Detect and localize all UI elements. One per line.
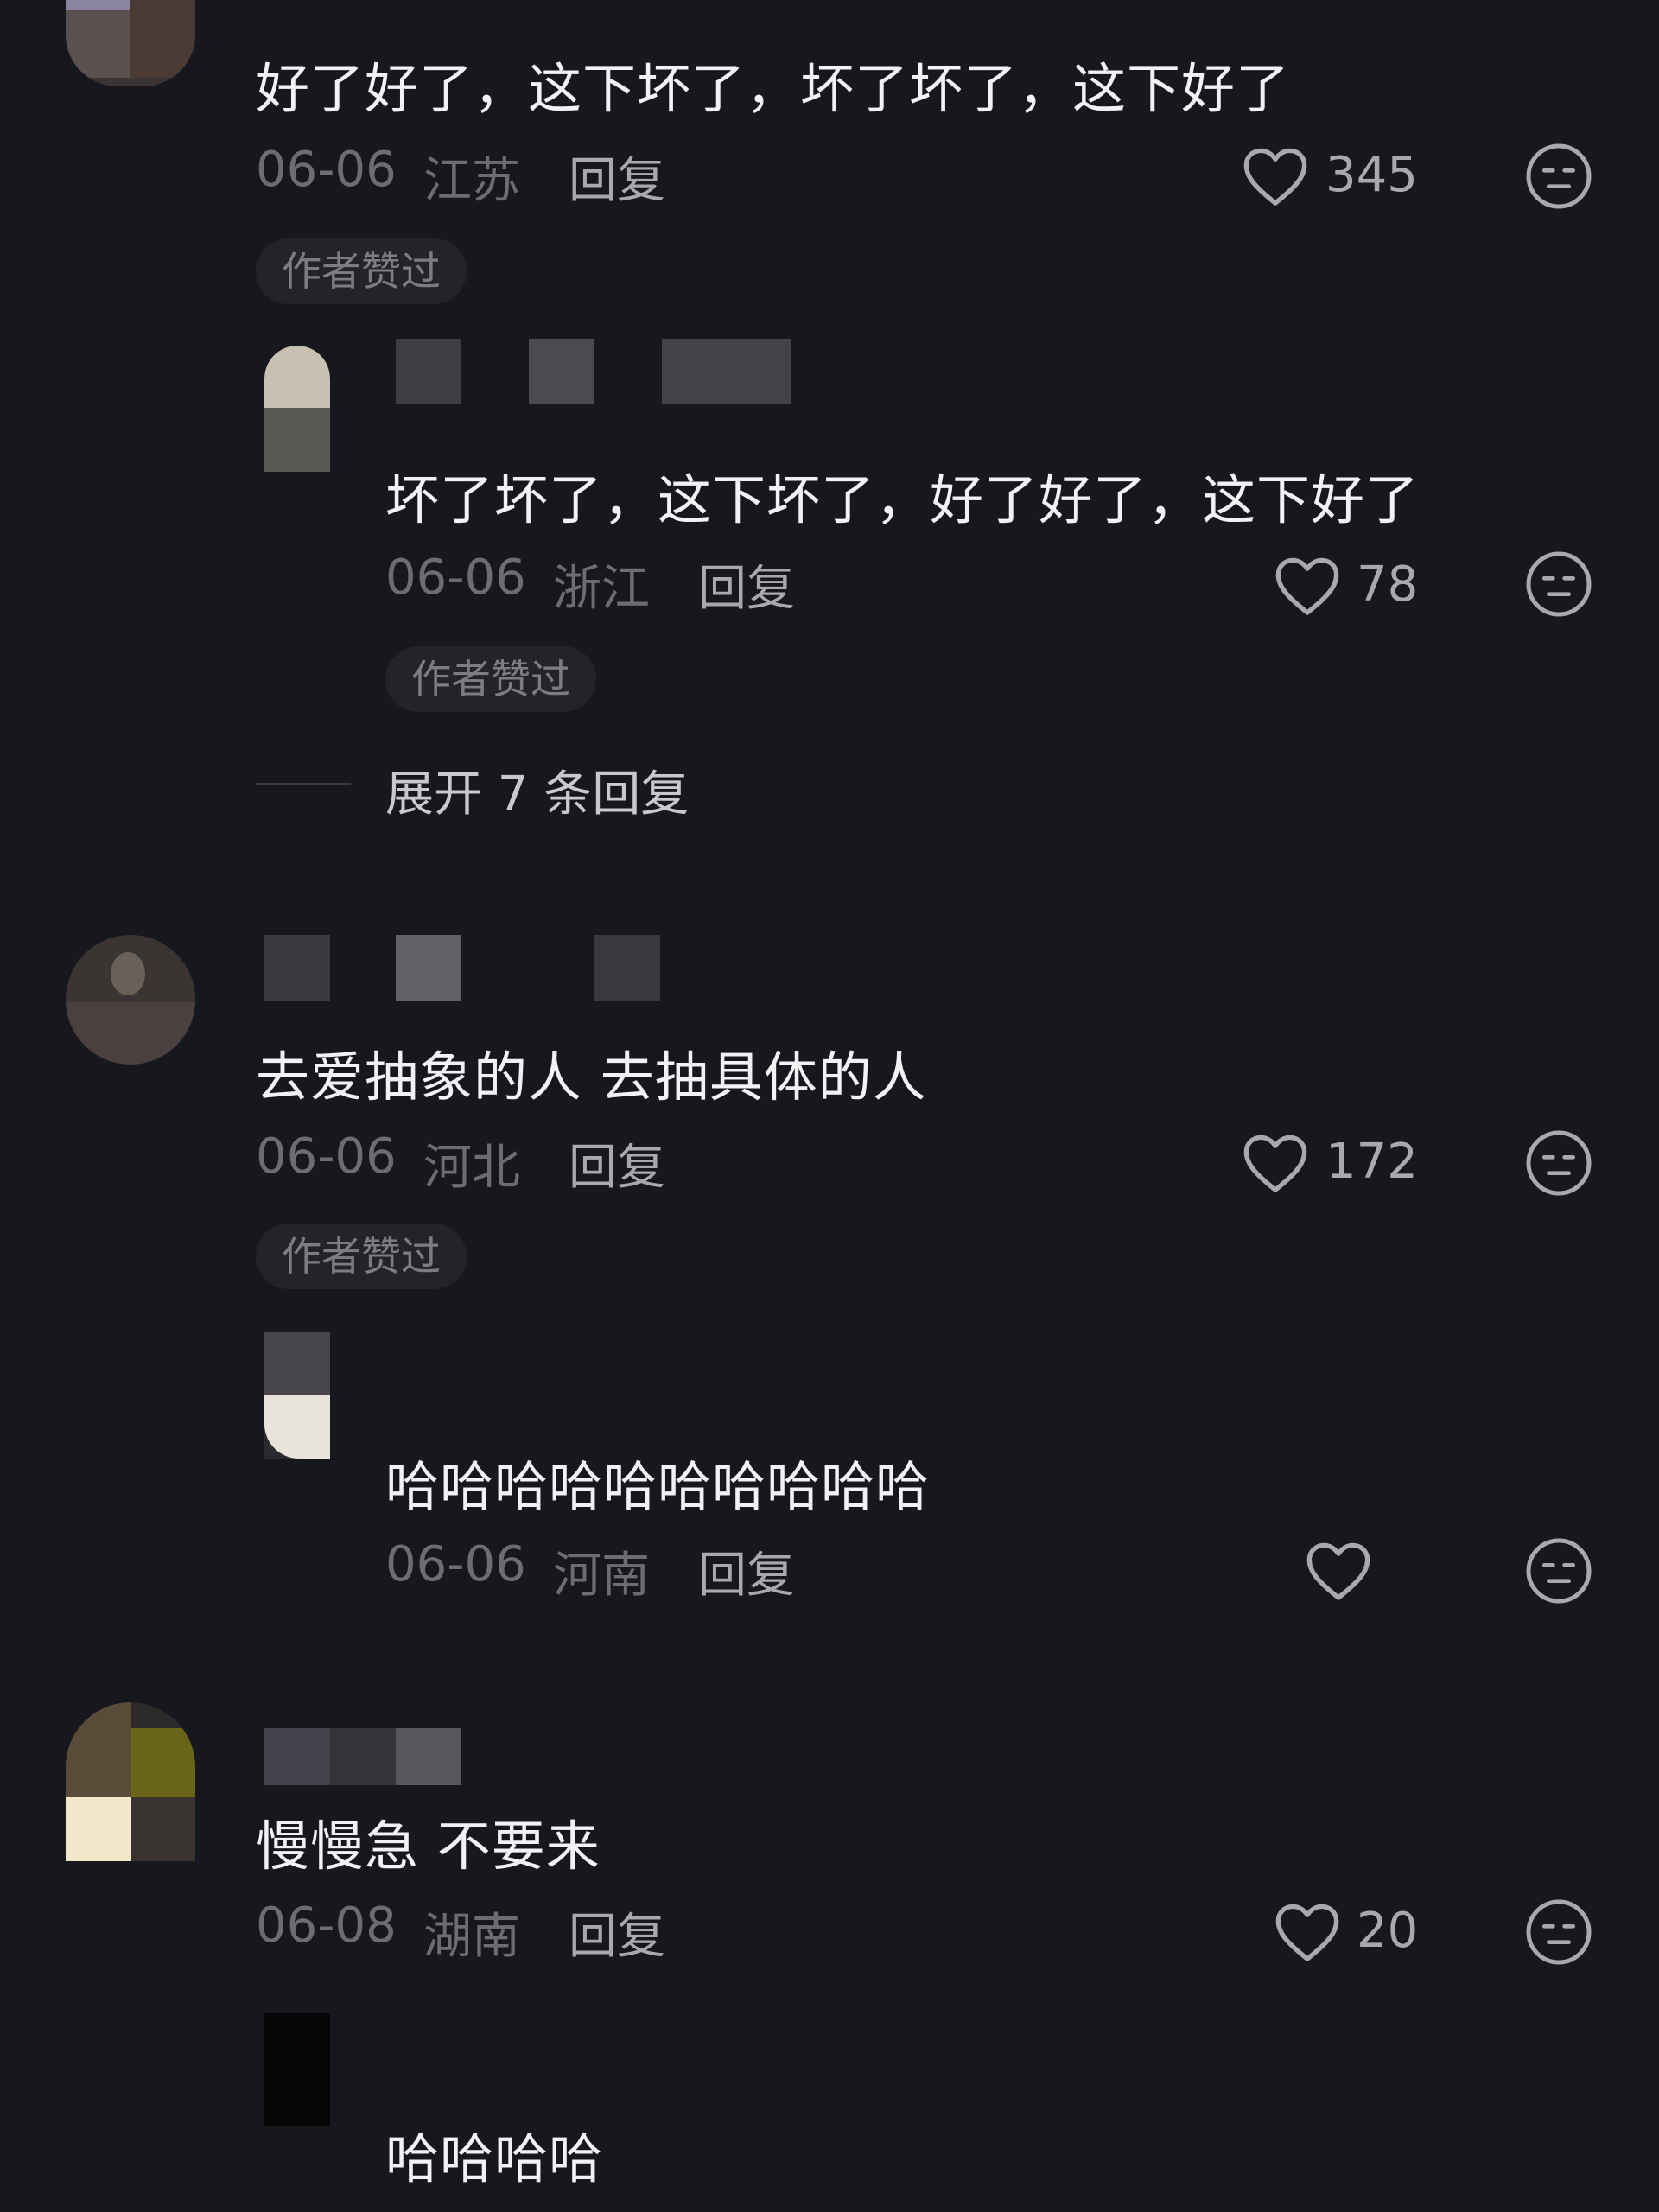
like-count: 20 (1357, 1903, 1419, 1959)
avatar[interactable] (66, 1702, 195, 1861)
expand-divider (256, 783, 351, 785)
comment-date: 06-08 (256, 1897, 397, 1954)
comment-text: 去爱抽象的人 去抽具体的人 (256, 1046, 927, 1109)
reply-date: 06-06 (385, 1536, 526, 1592)
username-blurred (396, 935, 461, 1001)
author-liked-badge: 作者赞过 (256, 1224, 467, 1289)
comment-location: 湖南 (423, 1909, 520, 1965)
reply-username-blurred (662, 339, 791, 404)
neutral-face-icon[interactable] (1524, 1536, 1593, 1605)
neutral-face-icon[interactable] (1524, 142, 1593, 211)
author-liked-badge: 作者赞过 (256, 238, 467, 304)
comment-location: 江苏 (423, 153, 520, 209)
heart-icon[interactable] (1240, 1130, 1311, 1194)
comment-location: 河北 (423, 1140, 520, 1196)
avatar[interactable] (66, 0, 195, 86)
reply-button[interactable]: 回复 (569, 1897, 665, 1967)
heart-icon[interactable] (1272, 553, 1343, 617)
reply-button[interactable]: 回复 (569, 1128, 665, 1198)
like-count: 78 (1357, 556, 1419, 613)
reply-button[interactable]: 回复 (569, 142, 665, 212)
username-blurred (264, 1728, 330, 1785)
reply-avatar[interactable] (264, 2013, 330, 2126)
reply-avatar[interactable] (264, 346, 330, 472)
expand-replies-button[interactable]: 展开 7 条回复 (385, 755, 689, 825)
reply-button[interactable]: 回复 (698, 550, 795, 620)
reply-text: 坏了坏了，这下坏了，好了好了，这下好了 (385, 468, 1421, 531)
reply-button[interactable]: 回复 (698, 1536, 795, 1606)
reply-location: 河南 (553, 1548, 650, 1604)
author-liked-badge: 作者赞过 (385, 646, 596, 712)
username-blurred (396, 1728, 461, 1785)
avatar[interactable] (66, 935, 195, 1065)
comment-text: 好了好了，这下坏了，坏了坏了，这下好了 (256, 57, 1291, 120)
heart-icon[interactable] (1272, 1899, 1343, 1963)
comment-date: 06-06 (256, 142, 397, 198)
reply-username-blurred (396, 339, 461, 404)
reply-location: 浙江 (553, 561, 650, 617)
neutral-face-icon[interactable] (1524, 1128, 1593, 1198)
like-count: 345 (1325, 147, 1418, 203)
neutral-face-icon[interactable] (1524, 550, 1593, 619)
reply-username-blurred (529, 339, 594, 404)
username-blurred (594, 935, 660, 1001)
reply-text: 哈哈哈哈哈哈哈哈哈哈 (385, 1455, 931, 1518)
comment-text: 慢慢急 不要来 (256, 1815, 601, 1878)
reply-date: 06-06 (385, 550, 526, 606)
username-blurred (264, 935, 330, 1001)
reply-avatar[interactable] (264, 1332, 330, 1459)
neutral-face-icon[interactable] (1524, 1897, 1593, 1967)
username-blurred (330, 1728, 396, 1785)
heart-icon[interactable] (1240, 143, 1311, 207)
comment-date: 06-06 (256, 1128, 397, 1185)
like-count: 172 (1325, 1134, 1418, 1190)
heart-icon[interactable] (1303, 1538, 1374, 1602)
reply-text: 哈哈哈哈 (385, 2127, 604, 2190)
